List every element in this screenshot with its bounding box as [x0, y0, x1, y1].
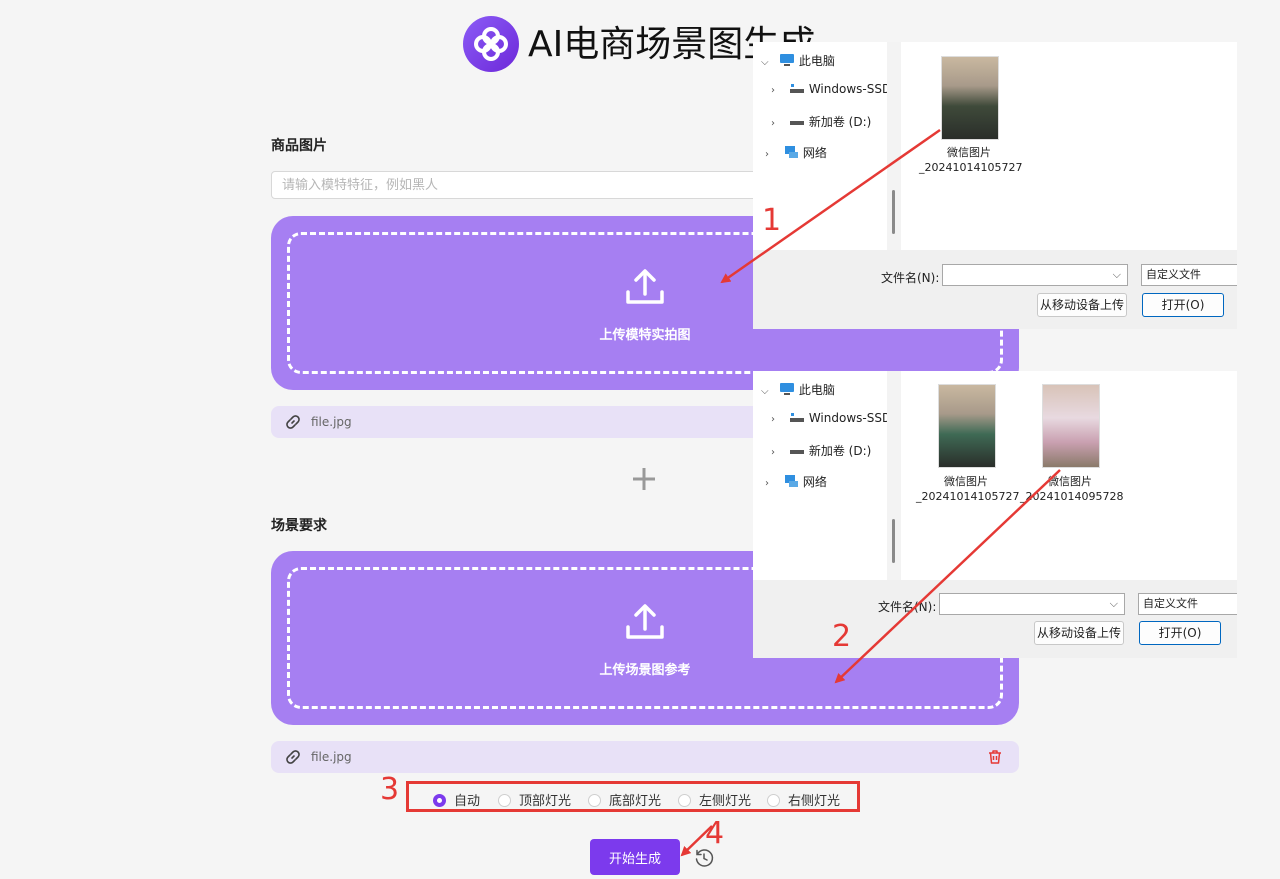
tree-item-this-pc[interactable]: ⌵ 此电脑: [761, 381, 835, 398]
chevron-right-icon: ›: [765, 149, 769, 160]
annotation-number-4: 4: [705, 816, 725, 851]
filename-input[interactable]: ⌵: [939, 593, 1125, 615]
upload-scene-text: 上传场景图参考: [599, 663, 691, 678]
open-button[interactable]: 打开(O): [1139, 621, 1221, 645]
tree-scrollbar[interactable]: [887, 42, 901, 250]
history-icon[interactable]: [694, 848, 714, 868]
radio-right-light[interactable]: 右侧灯光: [767, 790, 840, 809]
network-icon: [784, 475, 798, 487]
tree-item-network[interactable]: › 网络: [765, 144, 827, 161]
tree-item-drive-d[interactable]: › 新加卷 (D:): [771, 442, 871, 459]
radio-top-light[interactable]: 顶部灯光: [498, 790, 571, 809]
tree-item-this-pc[interactable]: ⌵ 此电脑: [761, 52, 835, 69]
chevron-right-icon: ›: [771, 118, 775, 129]
file-caption: 微信图片_20241014095728: [1020, 475, 1124, 503]
trash-icon[interactable]: [987, 749, 1003, 765]
chevron-right-icon: ›: [771, 85, 775, 96]
clover-logo-icon: [474, 27, 508, 61]
radio-button-selected[interactable]: [433, 794, 446, 807]
radio-left-light[interactable]: 左侧灯光: [678, 790, 751, 809]
radio-auto[interactable]: 自动: [433, 790, 480, 809]
tree-item-windows-ssd[interactable]: › Windows-SSD: [771, 82, 891, 96]
tree-item-drive-d[interactable]: › 新加卷 (D:): [771, 113, 871, 130]
upload-icon: [626, 604, 664, 639]
drive-icon: [789, 84, 804, 93]
tree-scrollbar[interactable]: [887, 371, 901, 580]
filename-input[interactable]: ⌵: [942, 264, 1128, 286]
file-name: file.jpg: [311, 750, 352, 764]
open-button[interactable]: 打开(O): [1142, 293, 1224, 317]
file-list: 微信图片_20241014105727 微信图片_20241014095728: [901, 371, 1237, 580]
chevron-down-icon: ⌵: [1112, 268, 1121, 281]
annotation-number-2: 2: [832, 619, 852, 654]
chevron-down-icon: ⌵: [761, 386, 769, 397]
radio-button[interactable]: [498, 794, 511, 807]
monitor-icon: [779, 383, 794, 395]
tree-item-windows-ssd[interactable]: › Windows-SSD: [771, 411, 891, 425]
uploaded-file-row: file.jpg: [271, 741, 1019, 773]
upload-from-mobile-button[interactable]: 从移动设备上传: [1034, 621, 1124, 645]
lighting-options-highlight: 自动 顶部灯光 底部灯光 左侧灯光 右侧灯光: [406, 781, 860, 812]
file-caption: 微信图片_20241014105727: [919, 146, 1023, 174]
radio-button[interactable]: [767, 794, 780, 807]
annotation-number-3: 3: [380, 772, 400, 807]
annotation-number-1: 1: [762, 203, 782, 238]
filetype-select[interactable]: 自定义文件: [1138, 593, 1237, 615]
network-icon: [784, 146, 798, 158]
file-list: 微信图片_20241014105727: [901, 42, 1237, 250]
drive-icon: [789, 121, 804, 125]
image-thumbnail[interactable]: [938, 384, 996, 468]
file-caption: 微信图片_20241014105727: [916, 475, 1020, 503]
chevron-right-icon: ›: [771, 447, 775, 458]
upload-icon: [626, 269, 664, 304]
chevron-down-icon: ⌵: [761, 57, 769, 68]
radio-bottom-light[interactable]: 底部灯光: [588, 790, 661, 809]
image-thumbnail[interactable]: [941, 56, 999, 140]
radio-button[interactable]: [678, 794, 691, 807]
image-thumbnail[interactable]: [1042, 384, 1100, 468]
product-image-label: 商品图片: [271, 138, 327, 154]
drive-icon: [789, 450, 804, 454]
start-generate-button[interactable]: 开始生成: [590, 839, 680, 875]
upload-from-mobile-button[interactable]: 从移动设备上传: [1037, 293, 1127, 317]
plus-icon: [633, 468, 655, 490]
filename-label: 文件名(N):: [881, 271, 940, 285]
app-logo: [463, 16, 519, 72]
file-open-dialog-1: ⌵ 此电脑 › Windows-SSD › 新加卷 (D:) › 网络 微信图片…: [753, 42, 1237, 329]
scene-requirement-label: 场景要求: [271, 518, 327, 534]
tree-item-network[interactable]: › 网络: [765, 473, 827, 490]
drive-icon: [789, 413, 804, 422]
radio-button[interactable]: [588, 794, 601, 807]
chevron-right-icon: ›: [771, 414, 775, 425]
link-icon: [286, 750, 300, 764]
filetype-select[interactable]: 自定义文件: [1141, 264, 1237, 286]
scrollbar-thumb[interactable]: [892, 190, 895, 234]
file-open-dialog-2: ⌵ 此电脑 › Windows-SSD › 新加卷 (D:) › 网络 微信图片…: [753, 371, 1237, 658]
scrollbar-thumb[interactable]: [892, 519, 895, 563]
chevron-right-icon: ›: [765, 478, 769, 489]
file-name: file.jpg: [311, 415, 352, 429]
monitor-icon: [779, 54, 794, 66]
folder-tree: ⌵ 此电脑 › Windows-SSD › 新加卷 (D:) › 网络: [753, 371, 891, 580]
chevron-down-icon: ⌵: [1109, 597, 1118, 610]
link-icon: [286, 415, 300, 429]
filename-label: 文件名(N):: [878, 600, 937, 614]
